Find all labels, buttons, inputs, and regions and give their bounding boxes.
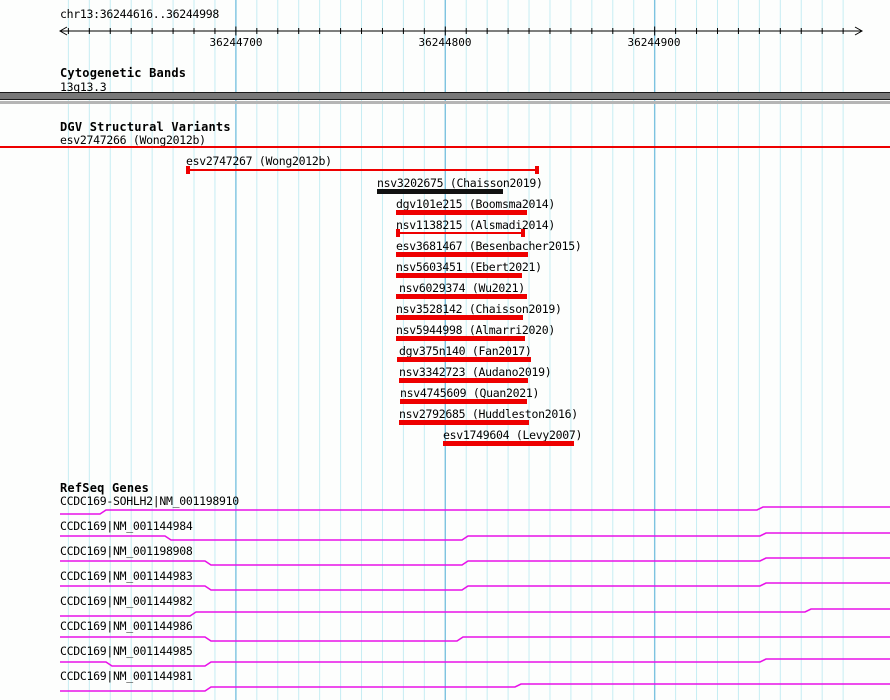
gene-label[interactable]: CCDC169|NM_001144982 — [60, 595, 192, 607]
gene-model-line[interactable] — [60, 583, 890, 590]
gene-model-line[interactable] — [60, 609, 890, 616]
gene-label[interactable]: CCDC169|NM_001144985 — [60, 645, 192, 657]
genome-browser-view: chr13:36244616..36244998 362447003624480… — [0, 0, 890, 700]
gene-model-line[interactable] — [60, 558, 890, 565]
gene-label[interactable]: CCDC169|NM_001144983 — [60, 570, 192, 582]
gene-model-line[interactable] — [60, 533, 890, 540]
gene-label[interactable]: CCDC169|NM_001198908 — [60, 545, 192, 557]
gene-model-line[interactable] — [60, 684, 890, 691]
gene-label[interactable]: CCDC169|NM_001144984 — [60, 520, 192, 532]
gene-label[interactable]: CCDC169|NM_001144981 — [60, 670, 192, 682]
gene-label[interactable]: CCDC169-SOHLH2|NM_001198910 — [60, 495, 239, 507]
gene-label[interactable]: CCDC169|NM_001144986 — [60, 620, 192, 632]
gene-model-line[interactable] — [60, 637, 890, 641]
gene-model-line[interactable] — [60, 507, 890, 514]
gene-model-line[interactable] — [60, 659, 890, 666]
